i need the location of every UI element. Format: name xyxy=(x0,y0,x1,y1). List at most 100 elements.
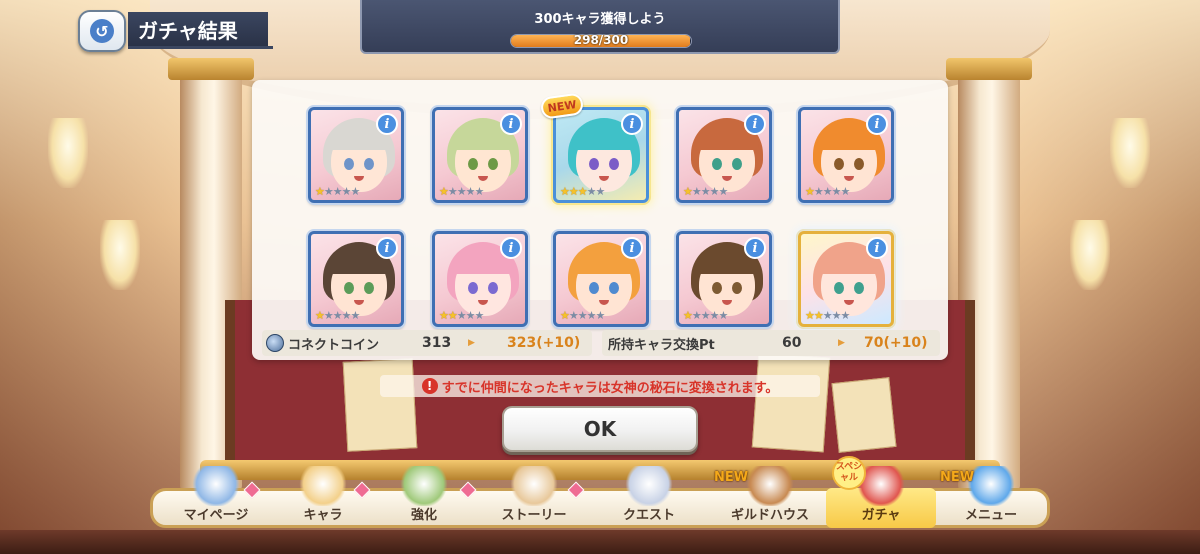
nav-item-gacha[interactable]: ガチャ xyxy=(826,466,936,528)
star-icon: ★ xyxy=(323,185,334,198)
star-icon: ★ xyxy=(456,309,467,322)
character-card[interactable]: i ★★★★★ xyxy=(676,107,772,203)
star-icon: ★ xyxy=(332,185,343,198)
info-icon[interactable]: i xyxy=(621,113,643,135)
info-icon[interactable]: i xyxy=(376,113,398,135)
nav-new-badge: NEW xyxy=(714,470,749,485)
back-button[interactable]: ↺ xyxy=(78,10,126,52)
exchange-pt-new: 70(+10) xyxy=(864,335,928,351)
nav-item-label: ストーリー xyxy=(501,508,567,523)
character-card[interactable]: i ★★★★★ xyxy=(308,231,404,327)
star-icon: ★ xyxy=(439,309,449,322)
star-icon: ★ xyxy=(568,309,579,322)
star-icon: ★ xyxy=(709,185,720,198)
sword-flag-icon xyxy=(625,466,673,506)
star-icon: ★ xyxy=(474,309,485,322)
nav-item-label: メニュー xyxy=(964,508,1017,523)
star-icon: ★ xyxy=(341,185,352,198)
exchange-pt-label: 所持キャラ交換Pt xyxy=(608,337,715,353)
star-icon: ★ xyxy=(439,185,449,198)
star-icon: ★ xyxy=(718,185,729,198)
star-icon: ★ xyxy=(813,309,824,322)
upgrade-orbs-icon xyxy=(400,466,448,506)
info-icon[interactable]: i xyxy=(621,237,643,259)
star-icon: ★ xyxy=(315,185,325,198)
star-icon: ★ xyxy=(568,185,579,198)
connect-coin-label: コネクトコイン xyxy=(288,337,380,353)
star-icon: ★ xyxy=(822,185,833,198)
star-icon: ★ xyxy=(586,185,597,198)
info-icon[interactable]: i xyxy=(500,113,522,135)
duplicate-notice: ! すでに仲間になったキャラは女神の秘石に変換されます。 xyxy=(380,375,820,397)
back-arrow-icon: ↺ xyxy=(90,19,114,43)
star-icon: ★ xyxy=(447,185,458,198)
character-card[interactable]: i ★★★★★ xyxy=(308,107,404,203)
mission-banner[interactable]: 300キャラ獲得しよう 298/300 xyxy=(360,0,840,54)
star-icon: ★ xyxy=(332,309,343,322)
mission-title: 300キャラ獲得しよう xyxy=(534,12,666,27)
star-icon: ★ xyxy=(315,309,325,322)
star-icon: ★ xyxy=(350,185,361,198)
star-rating: ★★★★★ xyxy=(683,185,729,198)
crystal-icon xyxy=(967,466,1015,506)
nav-item-upgrade-orbs[interactable]: 強化 xyxy=(378,466,470,528)
info-icon[interactable]: i xyxy=(744,237,766,259)
star-icon: ★ xyxy=(595,185,606,198)
nav-item-sword-flag[interactable]: クエスト xyxy=(594,466,704,528)
star-icon: ★ xyxy=(350,309,361,322)
exchange-pt-stat: 所持キャラ交換Pt 60 ▶ 70(+10) xyxy=(602,330,940,356)
character-card[interactable]: i ★★★★★ xyxy=(798,231,894,327)
character-card[interactable]: i ★★★★★ xyxy=(553,231,649,327)
castle-icon xyxy=(192,466,240,506)
star-rating: ★★★★★ xyxy=(315,185,361,198)
star-icon: ★ xyxy=(560,309,570,322)
info-icon[interactable]: i xyxy=(500,237,522,259)
wall-lamp xyxy=(1110,118,1150,188)
character-card[interactable]: i ★★★★★ xyxy=(553,107,649,203)
star-rating: ★★★★★ xyxy=(805,185,851,198)
star-icon: ★ xyxy=(709,309,720,322)
nav-item-crystal[interactable]: メニュー xyxy=(938,466,1044,528)
nav-item-guild-door[interactable]: ギルドハウス xyxy=(712,466,828,528)
info-icon[interactable]: i xyxy=(866,237,888,259)
info-icon[interactable]: i xyxy=(376,237,398,259)
wall-lamp xyxy=(48,118,88,188)
character-card[interactable]: i ★★★★★ xyxy=(798,107,894,203)
star-icon: ★ xyxy=(822,309,833,322)
character-card[interactable]: i ★★★★★ xyxy=(676,231,772,327)
star-icon: ★ xyxy=(691,185,702,198)
scroll-icon xyxy=(510,466,558,506)
star-icon: ★ xyxy=(474,185,485,198)
star-icon: ★ xyxy=(805,309,815,322)
character-card[interactable]: i ★★★★★ xyxy=(432,231,528,327)
star-icon: ★ xyxy=(840,185,851,198)
info-icon[interactable]: i xyxy=(744,113,766,135)
ok-button[interactable]: OK xyxy=(502,406,698,452)
wall-lamp xyxy=(1070,220,1110,290)
nav-item-label: クエスト xyxy=(622,508,675,523)
star-icon: ★ xyxy=(805,185,815,198)
star-icon: ★ xyxy=(683,185,693,198)
star-icon: ★ xyxy=(577,185,588,198)
star-icon: ★ xyxy=(831,309,842,322)
currency-row: コネクトコイン 313 ▶ 323(+10) 所持キャラ交換Pt 60 ▶ 70… xyxy=(262,330,940,356)
nav-item-label: キャラ xyxy=(303,508,343,523)
special-tag: スペシャル xyxy=(832,456,866,490)
star-icon: ★ xyxy=(341,309,352,322)
star-icon: ★ xyxy=(700,309,711,322)
star-rating: ★★★★★ xyxy=(560,185,606,198)
nav-item-character[interactable]: キャラ xyxy=(278,466,368,528)
guild-door-icon xyxy=(746,466,794,506)
mission-progress-count: 298/300 xyxy=(573,33,629,47)
info-icon[interactable]: i xyxy=(866,113,888,135)
character-card[interactable]: i ★★★★★ xyxy=(432,107,528,203)
nav-item-label: ギルドハウス xyxy=(730,508,809,523)
star-icon: ★ xyxy=(465,309,476,322)
nav-floor xyxy=(0,530,1200,554)
duplicate-notice-text: すでに仲間になったキャラは女神の秘石に変換されます。 xyxy=(441,380,779,396)
star-icon: ★ xyxy=(465,185,476,198)
star-rating: ★★★★★ xyxy=(315,309,361,322)
star-icon: ★ xyxy=(595,309,606,322)
star-icon: ★ xyxy=(683,309,693,322)
arrow-right-icon: ▶ xyxy=(838,338,845,348)
